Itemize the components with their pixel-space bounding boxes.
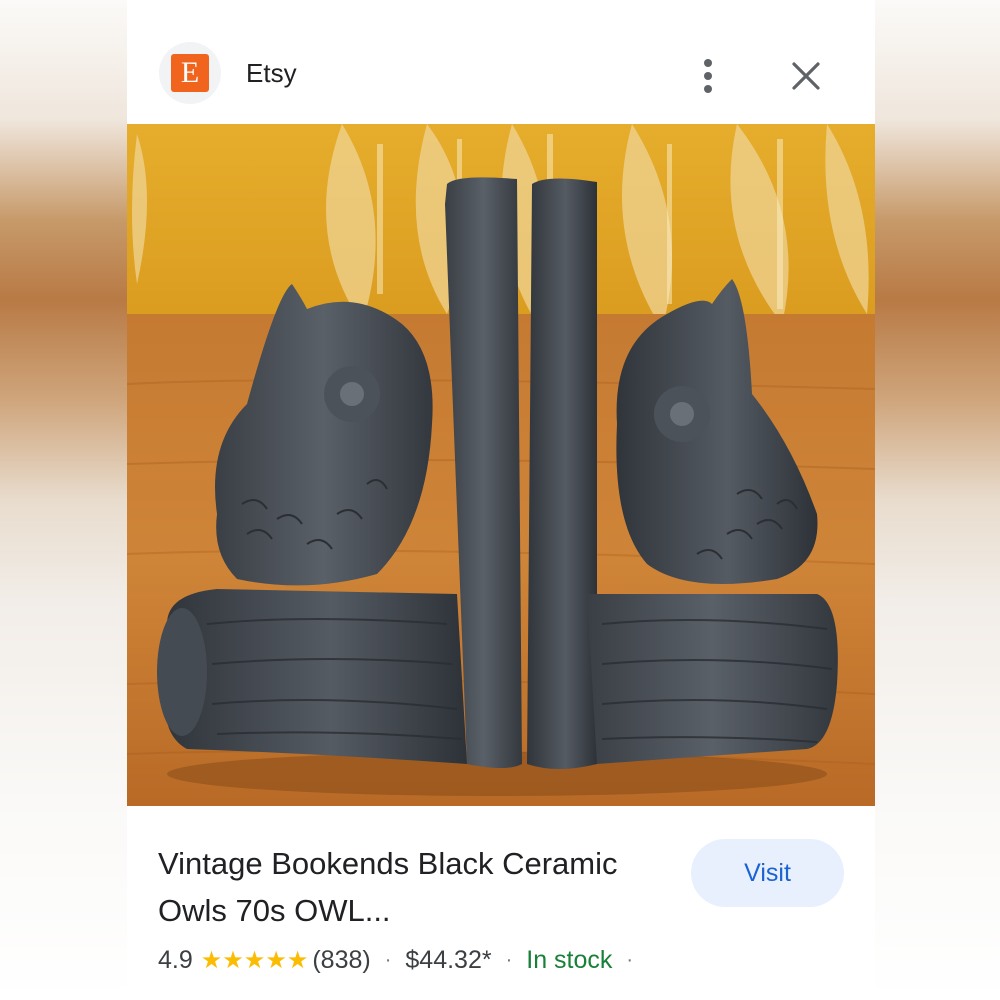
blurred-backdrop-right — [875, 0, 1000, 1000]
close-button[interactable] — [790, 60, 822, 92]
rating-value: 4.9 — [158, 946, 193, 974]
availability-status: In stock — [526, 946, 613, 974]
blurred-backdrop-left — [0, 0, 127, 1000]
separator: · — [626, 949, 634, 971]
owl-bookends-photo — [127, 124, 875, 806]
visit-button[interactable]: Visit — [691, 839, 844, 907]
product-meta: 4.9 ★★★★★ (838) · $44.32* · In stock · — [158, 946, 647, 975]
product-image[interactable] — [127, 124, 875, 806]
more-options-button[interactable] — [693, 55, 723, 97]
review-count: (838) — [312, 946, 371, 974]
star-rating-icon: ★★★★★ — [200, 947, 309, 974]
result-card: E Etsy Vintage Bookends Black Ceramic Ow… — [127, 0, 875, 1000]
site-name[interactable]: Etsy — [246, 58, 297, 89]
site-favicon: E — [159, 42, 221, 104]
etsy-logo-icon: E — [171, 54, 209, 92]
close-icon — [792, 62, 820, 90]
separator: · — [384, 949, 392, 971]
product-title[interactable]: Vintage Bookends Black Ceramic Owls 70s … — [158, 840, 618, 934]
separator: · — [505, 949, 513, 971]
price: $44.32* — [405, 946, 492, 974]
card-header: E Etsy — [127, 0, 875, 124]
